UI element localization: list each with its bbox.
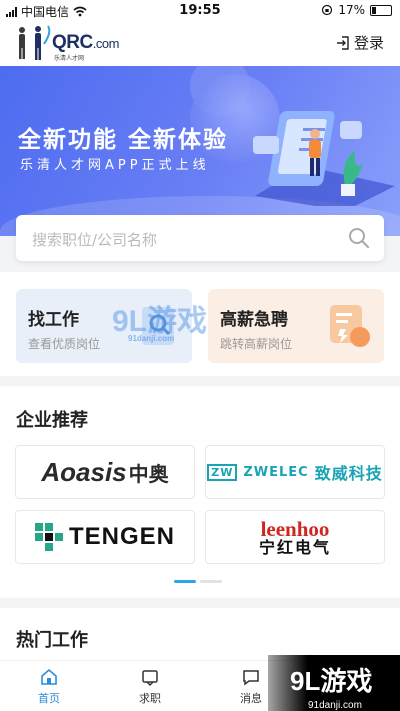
urgent-hiring-subtitle: 跳转高薪岗位 <box>220 337 293 351</box>
watermark-corner-text: 9L游戏 <box>290 666 373 696</box>
leenhoo-logo-en: leenhoo <box>260 516 330 541</box>
carousel-dot[interactable] <box>200 580 222 583</box>
aoasis-logo-cn: 中奥 <box>128 463 169 486</box>
company-section-title: 企业推荐 <box>16 410 88 431</box>
urgent-hiring-card[interactable]: 高薪急聘 跳转高薪岗位 <box>208 289 384 363</box>
company-recommend-section: 企业推荐 Aoasis 中奥 ZW ZWELEC 致威科技 TENGEN leenho… <box>0 386 400 598</box>
logo-text: QRC <box>52 32 93 53</box>
tengen-logo: TENGEN <box>34 523 175 551</box>
urgent-hiring-title: 高薪急聘 <box>220 310 288 330</box>
banner-title: 全新功能 全新体验 <box>18 127 229 153</box>
watermark-logo: 9L游戏 91danji.com <box>112 296 207 343</box>
carousel-indicator <box>174 580 222 583</box>
leenhoo-logo: leenhoo 宁红电气 <box>258 516 331 557</box>
hot-jobs-title: 热门工作 <box>16 630 88 651</box>
battery-icon <box>370 4 392 16</box>
find-job-title: 找工作 <box>28 310 79 330</box>
aoasis-logo-en: Aoasis <box>41 456 127 487</box>
banner-subtitle: 乐清人才网APP正式上线 <box>20 158 210 173</box>
search-input[interactable]: 搜索职位/公司名称 <box>16 215 384 261</box>
login-button[interactable]: 登录 <box>336 32 384 53</box>
zwelec-logo-cn: 致威科技 <box>314 464 383 483</box>
logo-subtitle: 乐清人才网 <box>54 55 85 62</box>
app-header: QRC.com 乐清人才网 登录 <box>0 20 400 66</box>
leenhoo-logo-cn: 宁红电气 <box>258 537 331 557</box>
company-card-aoasis[interactable]: Aoasis 中奥 <box>15 445 195 499</box>
search-placeholder: 搜索职位/公司名称 <box>32 231 158 249</box>
home-icon <box>41 668 57 685</box>
battery-percent: 17% <box>338 3 365 17</box>
site-logo[interactable]: QRC.com 乐清人才网 <box>14 24 119 62</box>
zwelec-logo: ZW ZWELEC 致威科技 <box>207 460 382 484</box>
login-icon <box>336 35 349 50</box>
tab-messages-label: 消息 <box>240 692 262 705</box>
tab-jobs-label: 求职 <box>139 692 161 705</box>
tab-home-label: 首页 <box>38 692 60 705</box>
tab-jobs[interactable]: 求职 <box>115 667 185 706</box>
watermark-corner-url: 91danji.com <box>308 700 362 711</box>
find-job-subtitle: 查看优质岗位 <box>28 337 101 351</box>
orientation-lock-icon <box>322 4 333 16</box>
login-label: 登录 <box>353 34 384 52</box>
tengen-logo-en: TENGEN <box>68 523 175 550</box>
carousel-dot-active[interactable] <box>174 580 196 583</box>
banner-illustration <box>253 111 395 206</box>
watermark-corner: 9L游戏 91danji.com <box>268 655 400 711</box>
company-card-zwelec[interactable]: ZW ZWELEC 致威科技 <box>205 445 385 499</box>
briefcase-icon <box>142 670 158 687</box>
logo-figures-icon <box>19 25 51 60</box>
zwelec-logo-en: ZWELEC <box>243 464 309 480</box>
zwelec-logo-mark: ZW <box>207 463 238 481</box>
tab-home[interactable]: 首页 <box>14 667 84 706</box>
promo-banner[interactable]: 全新功能 全新体验 乐清人才网APP正式上线 <box>0 66 400 236</box>
aoasis-logo: Aoasis 中奥 <box>41 457 168 488</box>
tengen-mark-icon <box>34 523 63 551</box>
company-card-leenhoo[interactable]: leenhoo 宁红电气 <box>205 510 385 564</box>
message-icon <box>243 670 259 686</box>
urgent-badge-icon <box>330 305 370 347</box>
search-icon[interactable] <box>348 227 370 249</box>
status-bar: 中国电信 19:55 17% <box>0 0 400 20</box>
company-card-tengen[interactable]: TENGEN <box>15 510 195 564</box>
logo-suffix: .com <box>92 36 120 51</box>
